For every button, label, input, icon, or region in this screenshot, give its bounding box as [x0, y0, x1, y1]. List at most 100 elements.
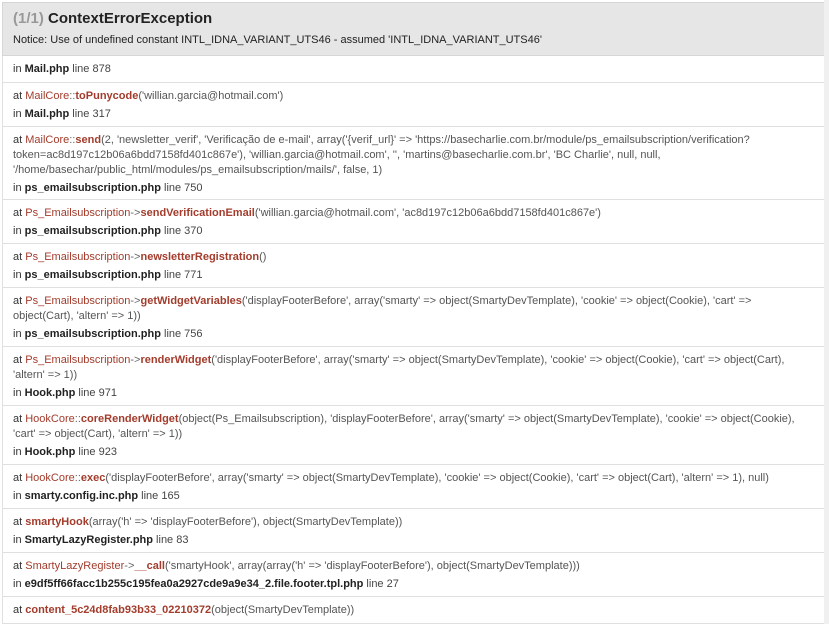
frame-line: line 750 [160, 182, 203, 194]
frame-separator: -> [130, 354, 141, 366]
frame-args-continued: object(Cart), 'altern' => 1)) [13, 309, 141, 324]
frame-function: content_5c24d8fab93b33_02210372 [25, 604, 212, 616]
frame-args: ('willian.garcia@hotmail.com', 'ac8d197c… [254, 207, 601, 219]
frame-line: line 923 [75, 446, 117, 458]
frame-file: ps_emailsubscription.php [24, 269, 161, 281]
trace-frame: at HookCore::exec('displayFooterBefore',… [2, 465, 826, 509]
frame-file: smarty.config.inc.php [24, 490, 139, 502]
frame-separator: -> [124, 560, 135, 572]
frame-function: send [75, 134, 102, 146]
frame-line: line 165 [138, 490, 180, 502]
exception-title: (1/1) ContextErrorException [13, 10, 212, 27]
frame-function: toPunycode [75, 90, 139, 102]
frame-args-continued: 'cart' => object(Cart), 'altern' => 1)) [13, 427, 182, 442]
frame-args: ('displayFooterBefore', array('smarty' =… [241, 295, 752, 307]
trace-frame: at Ps_Emailsubscription->newsletterRegis… [2, 244, 826, 288]
frame-call: at smartyHook(array('h' => 'displayFoote… [13, 515, 402, 530]
frame-class: SmartyLazyRegister [25, 560, 125, 572]
frame-class: MailCore [25, 90, 70, 102]
frame-args: 'altern' => 1)) [13, 369, 78, 381]
frame-call: at Ps_Emailsubscription->renderWidget('d… [13, 353, 784, 368]
scrollbar[interactable] [824, 0, 829, 624]
in-label: in [13, 534, 25, 546]
at-label: at [13, 413, 26, 425]
frame-file: Mail.php [24, 108, 70, 120]
in-label: in [13, 225, 25, 237]
frame-args: ('displayFooterBefore', array('smarty' =… [105, 472, 769, 484]
frame-function: getWidgetVariables [140, 295, 242, 307]
frame-file: Hook.php [24, 387, 76, 399]
trace-frame: at MailCore::toPunycode('willian.garcia@… [2, 83, 826, 127]
frame-args: (array('h' => 'displayFooterBefore'), ob… [88, 516, 403, 528]
frame-file: e9df5ff66facc1b255c195fea0a2927cde9a9e34… [24, 578, 364, 590]
at-label: at [13, 90, 26, 102]
frame-file: ps_emailsubscription.php [24, 225, 161, 237]
trace-frame: at SmartyLazyRegister->__call('smartyHoo… [2, 553, 826, 597]
frame-args: () [259, 251, 267, 263]
at-label: at [13, 134, 26, 146]
frame-args: object(Cart), 'altern' => 1)) [13, 310, 141, 322]
frame-file: ps_emailsubscription.php [24, 328, 161, 340]
frame-line: line 317 [69, 108, 111, 120]
at-label: at [13, 604, 26, 616]
frame-file: Hook.php [24, 446, 76, 458]
frame-args: ('willian.garcia@hotmail.com') [138, 90, 284, 102]
frame-function: sendVerificationEmail [140, 207, 255, 219]
frame-location: in Mail.php line 878 [13, 62, 111, 77]
frame-line: line 771 [160, 269, 203, 281]
frame-call: at SmartyLazyRegister->__call('smartyHoo… [13, 559, 580, 574]
frame-args: (2, 'newsletter_verif', 'Verificação de … [101, 134, 750, 146]
frame-args: token=ac8d197c12b06a6bdd7158fd401c867e')… [13, 149, 661, 161]
at-label: at [13, 472, 26, 484]
frame-function: smartyHook [25, 516, 89, 528]
at-label: at [13, 354, 26, 366]
frame-location: in Hook.php line 971 [13, 386, 117, 401]
frame-line: line 756 [160, 328, 203, 340]
frame-call: at HookCore::exec('displayFooterBefore',… [13, 471, 769, 486]
at-label: at [13, 295, 26, 307]
at-label: at [13, 516, 26, 528]
frame-function: newsletterRegistration [140, 251, 260, 263]
frame-args: ('displayFooterBefore', array('smarty' =… [211, 354, 785, 366]
frame-line: line 83 [153, 534, 189, 546]
trace-frame: at content_5c24d8fab93b33_02210372(objec… [2, 597, 826, 624]
frame-args-continued: 'altern' => 1)) [13, 368, 77, 383]
frame-class: Ps_Emailsubscription [25, 295, 131, 307]
frame-args: '/home/basechar/public_html/modules/ps_e… [13, 164, 383, 176]
frame-call: at HookCore::coreRenderWidget(object(Ps_… [13, 412, 795, 427]
at-label: at [13, 251, 26, 263]
trace-frame: at MailCore::send(2, 'newsletter_verif',… [2, 127, 826, 200]
frame-args: (object(SmartyDevTemplate)) [211, 604, 355, 616]
frame-line: line 878 [69, 63, 111, 75]
trace-frame: in Mail.php line 878 [2, 56, 826, 83]
frame-function: exec [80, 472, 106, 484]
frame-class: MailCore [25, 134, 70, 146]
in-label: in [13, 63, 25, 75]
frame-line: line 370 [160, 225, 203, 237]
frame-function: __call [134, 560, 165, 572]
trace-frame: at Ps_Emailsubscription->getWidgetVariab… [2, 288, 826, 347]
frame-call: at MailCore::send(2, 'newsletter_verif',… [13, 133, 750, 148]
in-label: in [13, 328, 25, 340]
in-label: in [13, 578, 25, 590]
frame-args-continued: '/home/basechar/public_html/modules/ps_e… [13, 163, 382, 178]
frame-location: in ps_emailsubscription.php line 370 [13, 224, 203, 239]
frame-class: HookCore [25, 472, 75, 484]
frame-call: at Ps_Emailsubscription->newsletterRegis… [13, 250, 266, 265]
frame-call: at Ps_Emailsubscription->sendVerificatio… [13, 206, 601, 221]
frame-location: in ps_emailsubscription.php line 771 [13, 268, 203, 283]
frame-location: in Mail.php line 317 [13, 107, 111, 122]
frame-separator: -> [130, 295, 141, 307]
frame-separator: -> [130, 251, 141, 263]
frame-function: coreRenderWidget [80, 413, 179, 425]
in-label: in [13, 108, 25, 120]
exception-page: (1/1) ContextErrorException Notice: Use … [0, 0, 829, 624]
frame-location: in Hook.php line 923 [13, 445, 117, 460]
exception-message: Notice: Use of undefined constant INTL_I… [13, 34, 542, 46]
frame-location: in ps_emailsubscription.php line 756 [13, 327, 203, 342]
in-label: in [13, 269, 25, 281]
frame-args: ('smartyHook', array(array('h' => 'displ… [164, 560, 580, 572]
frame-function: renderWidget [140, 354, 212, 366]
in-label: in [13, 446, 25, 458]
frame-call: at MailCore::toPunycode('willian.garcia@… [13, 89, 283, 104]
